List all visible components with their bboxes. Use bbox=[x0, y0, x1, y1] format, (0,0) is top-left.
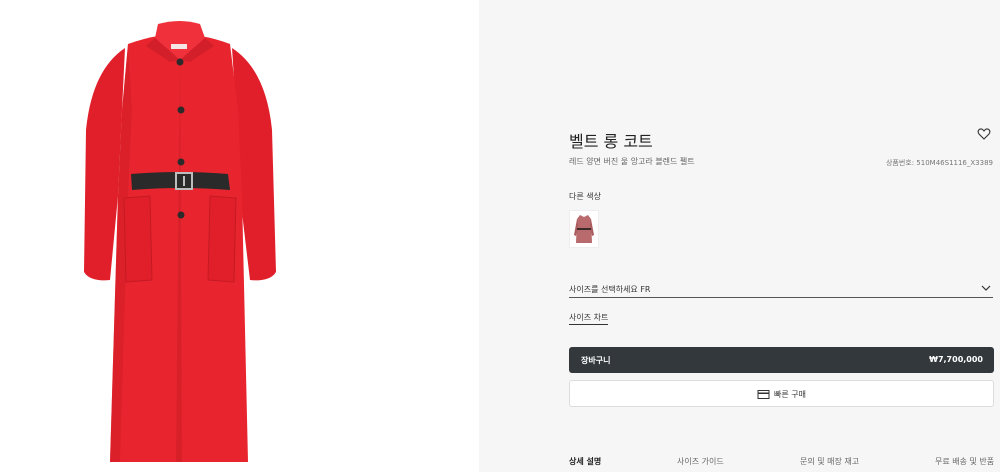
product-info-tabs: 상세 설명 사이즈 가이드 문의 및 매장 재고 무료 배송 및 반품 bbox=[569, 456, 994, 472]
product-price: ₩7,700,000 bbox=[929, 355, 983, 364]
coat-product-image bbox=[84, 21, 276, 462]
product-details-panel: 벨트 롱 코트 레드 양면 버진 울 앙고라 블렌드 펠트 상품번호: 510M… bbox=[479, 0, 1000, 472]
size-select-dropdown[interactable]: 사이즈를 선택하세요 FR bbox=[569, 282, 993, 298]
tab-inquiry-stock[interactable]: 문의 및 매장 재고 bbox=[800, 456, 859, 467]
quick-buy-button[interactable]: 빠른 구매 bbox=[569, 380, 994, 407]
product-subtitle: 레드 양면 버진 울 앙고라 블렌드 펠트 bbox=[569, 157, 695, 166]
tab-description[interactable]: 상세 설명 bbox=[569, 456, 601, 467]
chevron-down-icon bbox=[981, 285, 991, 291]
heart-icon[interactable] bbox=[977, 127, 991, 141]
product-sku: 상품번호: 510M46S1116_X3389 bbox=[885, 159, 993, 167]
size-chart-link[interactable]: 사이즈 차트 bbox=[569, 312, 609, 325]
add-to-cart-button[interactable]: 장바구니 ₩7,700,000 bbox=[569, 347, 994, 373]
card-icon bbox=[757, 390, 770, 399]
color-swatch[interactable] bbox=[569, 210, 599, 248]
product-page: 벨트 롱 코트 레드 양면 버진 울 앙고라 블렌드 펠트 상품번호: 510M… bbox=[0, 0, 1000, 472]
tab-size-guide[interactable]: 사이즈 가이드 bbox=[677, 456, 724, 467]
coat-thumbnail bbox=[574, 215, 594, 243]
quick-buy-label: 빠른 구매 bbox=[774, 390, 806, 399]
product-title: 벨트 롱 코트 bbox=[569, 132, 653, 151]
add-to-cart-label: 장바구니 bbox=[581, 356, 611, 365]
other-colors-label: 다른 색상 bbox=[569, 192, 601, 201]
product-image-gallery[interactable] bbox=[0, 0, 479, 472]
size-select-label: 사이즈를 선택하세요 FR bbox=[569, 285, 651, 294]
tab-free-shipping[interactable]: 무료 배송 및 반품 bbox=[935, 456, 994, 467]
